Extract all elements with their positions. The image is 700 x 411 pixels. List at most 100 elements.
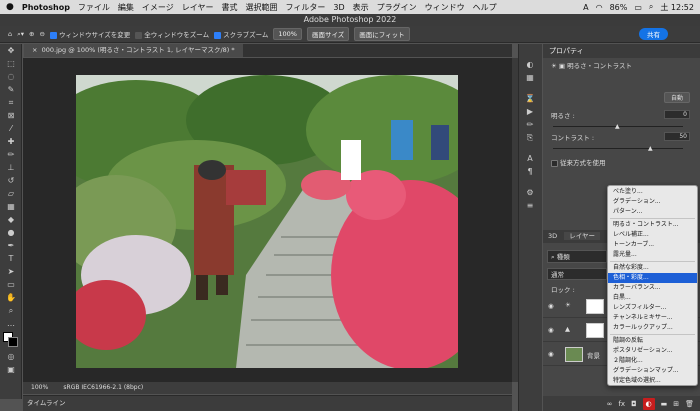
menu-plugins[interactable]: プラグイン — [377, 2, 417, 13]
add-mask-icon[interactable]: ◘ — [631, 400, 637, 408]
hand-tool-icon[interactable]: ✋ — [0, 291, 22, 304]
menu-item-brightness-contrast[interactable]: 明るさ・コントラスト... — [608, 220, 697, 230]
menu-select[interactable]: 選択範囲 — [246, 2, 278, 13]
new-layer-icon[interactable]: ⊞ — [673, 400, 679, 408]
crop-tool-icon[interactable]: ⌗ — [0, 96, 22, 109]
marquee-tool-icon[interactable]: ⬚ — [0, 57, 22, 70]
color-swatches-icon[interactable] — [0, 330, 22, 350]
properties-icon[interactable]: ≡ — [519, 199, 541, 212]
menu-3d[interactable]: 3D — [333, 3, 344, 12]
menu-item-vibrance[interactable]: 自然な彩度... — [608, 263, 697, 273]
menu-item-threshold[interactable]: ２階調化... — [608, 356, 697, 366]
menu-item-selective-color[interactable]: 特定色域の選択... — [608, 376, 697, 386]
layer-mask-thumb[interactable] — [586, 323, 604, 338]
wifi-icon[interactable]: ◠ — [596, 3, 603, 12]
adjust-icon[interactable]: ◐ — [519, 58, 541, 71]
properties-tab[interactable]: プロパティ — [543, 44, 700, 58]
history-icon[interactable]: ⌛ — [519, 92, 541, 105]
fx-icon[interactable]: fx — [618, 400, 625, 408]
brush-settings-icon[interactable]: ✏ — [519, 118, 541, 131]
pen-tool-icon[interactable]: ✒ — [0, 239, 22, 252]
dodge-tool-icon[interactable]: ● — [0, 226, 22, 239]
menu-item-black-white[interactable]: 白黒... — [608, 293, 697, 303]
menu-item-levels[interactable]: レベル補正... — [608, 230, 697, 240]
menu-item-hue-saturation[interactable]: 色相・彩度... — [608, 273, 697, 283]
menu-item-exposure[interactable]: 露光量... — [608, 250, 697, 260]
healing-tool-icon[interactable]: ✚ — [0, 135, 22, 148]
paragraph-icon[interactable]: ¶ — [519, 165, 541, 178]
scrubby-zoom-checkbox[interactable]: スクラブズーム — [214, 29, 268, 39]
visibility-eye-icon[interactable]: ◉ — [548, 302, 554, 310]
frame-tool-icon[interactable]: ⊠ — [0, 109, 22, 122]
new-adjustment-layer-button[interactable]: ◐ — [642, 397, 655, 410]
visibility-eye-icon[interactable]: ◉ — [548, 326, 554, 334]
menu-image[interactable]: イメージ — [142, 2, 174, 13]
history-brush-icon[interactable]: ↺ — [0, 174, 22, 187]
menu-item-color-balance[interactable]: カラーバランス... — [608, 283, 697, 293]
contrast-input[interactable]: 50 — [664, 132, 690, 141]
menu-item-color-lookup[interactable]: カラールックアップ... — [608, 323, 697, 333]
legacy-checkbox[interactable]: 従来方式を使用 — [543, 157, 606, 167]
menu-file[interactable]: ファイル — [78, 2, 110, 13]
menu-help[interactable]: ヘルプ — [473, 2, 497, 13]
menu-item-curves[interactable]: トーンカーブ... — [608, 240, 697, 250]
contrast-slider[interactable] — [553, 148, 683, 149]
clone-source-icon[interactable]: ⎘ — [519, 131, 541, 144]
more-tools-icon[interactable]: … — [0, 317, 22, 330]
brush-tool-icon[interactable]: ✏ — [0, 148, 22, 161]
screen-mode-icon[interactable]: ▣ — [0, 363, 22, 376]
menu-edit[interactable]: 編集 — [118, 2, 134, 13]
layer-filter-select[interactable]: ⌕ 種類 — [547, 250, 607, 263]
background-thumb[interactable] — [565, 347, 583, 362]
lasso-tool-icon[interactable]: ◌ — [0, 70, 22, 83]
gradient-tool-icon[interactable]: ▦ — [0, 200, 22, 213]
menu-item-gradient[interactable]: グラデーション... — [608, 197, 697, 207]
move-tool-icon[interactable]: ✥ — [0, 44, 22, 57]
swatches-icon[interactable]: ▦ — [519, 71, 541, 84]
zoom-tool-icon-side[interactable]: ⌕ — [0, 304, 22, 317]
mask-icon[interactable]: ▣ — [559, 62, 565, 70]
menu-item-pattern[interactable]: パターン... — [608, 207, 697, 217]
path-select-icon[interactable]: ➤ — [0, 265, 22, 278]
glyph-icon[interactable]: A — [519, 152, 541, 165]
zoom-in-icon[interactable]: ⊕ — [29, 30, 34, 38]
quick-mask-icon[interactable]: ◎ — [0, 350, 22, 363]
eraser-tool-icon[interactable]: ▱ — [0, 187, 22, 200]
status-zoom[interactable]: 100% — [31, 384, 48, 391]
blend-mode-select[interactable]: 通常 — [547, 268, 607, 280]
menu-item-invert[interactable]: 階調の反転 — [608, 336, 697, 346]
libraries-icon[interactable]: ⚙ — [519, 186, 541, 199]
auto-button[interactable]: 自動 — [663, 92, 690, 103]
menu-window[interactable]: ウィンドウ — [425, 2, 465, 13]
type-tool-icon[interactable]: T — [0, 252, 22, 265]
zoom-100-button[interactable]: 100% — [273, 28, 302, 40]
document-tab[interactable]: × 000.jpg @ 100% (明るさ・コントラスト 1, レイヤーマスク/… — [24, 44, 243, 57]
tab-layers[interactable]: レイヤー — [564, 232, 601, 240]
layer-mask-thumb[interactable] — [586, 299, 604, 314]
clock[interactable]: 土 12:52 — [660, 2, 694, 13]
apple-icon[interactable]: ● — [6, 2, 14, 12]
resize-windows-checkbox[interactable]: ウィンドウサイズを変更 — [49, 29, 130, 39]
menu-item-posterize[interactable]: ポスタリゼーション... — [608, 346, 697, 356]
fit-screen-button[interactable]: 画面サイズ — [306, 27, 350, 41]
stamp-tool-icon[interactable]: ⊥ — [0, 161, 22, 174]
fill-screen-button[interactable]: 画面にフィット — [354, 27, 410, 41]
menu-view[interactable]: 表示 — [353, 2, 369, 13]
menu-filter[interactable]: フィルター — [286, 2, 326, 13]
menu-layer[interactable]: レイヤー — [182, 2, 214, 13]
all-windows-checkbox[interactable]: 全ウィンドウをズーム — [135, 29, 209, 39]
home-icon[interactable]: ⌂ — [8, 30, 12, 38]
visibility-eye-icon[interactable]: ◉ — [548, 350, 554, 358]
blur-tool-icon[interactable]: ◆ — [0, 213, 22, 226]
eyedropper-tool-icon[interactable]: ⁄ — [0, 122, 22, 135]
zoom-out-icon[interactable]: ⊖ — [40, 30, 45, 38]
brightness-input[interactable]: 0 — [664, 110, 690, 119]
menu-item-gradient-map[interactable]: グラデーションマップ... — [608, 366, 697, 376]
search-icon[interactable]: ⌕ — [649, 2, 653, 12]
input-source-icon[interactable]: A — [583, 3, 588, 12]
brightness-slider-handle[interactable]: ▲ — [615, 123, 620, 130]
zoom-tool-icon[interactable]: ⌕▾ — [17, 30, 24, 39]
share-button[interactable]: 共有 — [639, 28, 668, 40]
menu-item-photo-filter[interactable]: レンズフィルター... — [608, 303, 697, 313]
folder-icon[interactable]: ▬ — [661, 400, 668, 408]
